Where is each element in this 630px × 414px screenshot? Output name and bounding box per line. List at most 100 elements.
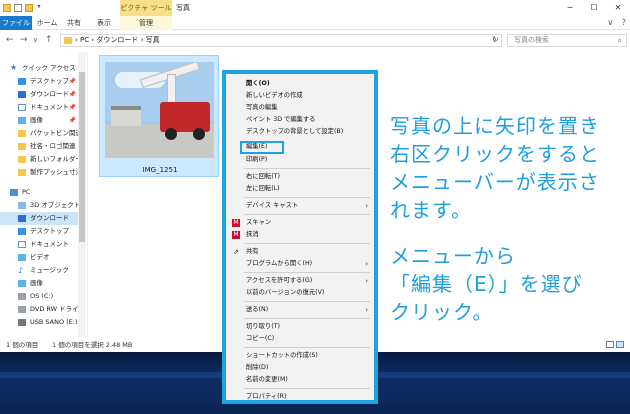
nav-item-desktop[interactable]: デスクトップ 📌 — [0, 75, 86, 88]
tab-share[interactable]: 共有 — [64, 16, 84, 30]
up-icon[interactable]: ↑ — [45, 35, 53, 45]
tab-view[interactable]: 表示 — [94, 16, 114, 30]
nav-item-documents[interactable]: ドキュメント — [0, 238, 86, 251]
maximize-button[interactable]: ☐ — [582, 0, 606, 16]
annotation-line: メニューバーが表示さ — [390, 170, 600, 194]
navigation-pane: ★ クイック アクセス デスクトップ 📌 ダウンロード 📌 ドキュメント 📌 画… — [0, 52, 88, 337]
menu-item-scan[interactable]: M スキャン — [226, 217, 374, 229]
nav-scrollbar-thumb[interactable] — [79, 72, 85, 242]
pin-icon: 📌 — [68, 104, 76, 111]
menu-item-properties[interactable]: プロパティ(R) — [226, 391, 374, 403]
folder-icon — [18, 143, 26, 150]
menu-item-edit-photo[interactable]: 写真の編集 — [226, 102, 374, 114]
nav-item-music[interactable]: ♪ ミュージック — [0, 264, 86, 277]
menu-item-print[interactable]: 印刷(P) — [226, 154, 374, 166]
search-icon[interactable]: ⌕ — [618, 35, 622, 46]
nav-item-label: OS (C:) — [30, 292, 54, 300]
submenu-arrow-icon: › — [365, 277, 368, 285]
menu-item-cut[interactable]: 切り取り(T) — [226, 321, 374, 333]
ribbon-collapse-icon[interactable]: ∨ — [607, 18, 613, 27]
menu-item-rename[interactable]: 名前の変更(M) — [226, 374, 374, 386]
file-item-selected[interactable]: IMG_1251 — [99, 55, 219, 177]
nav-item-pictures[interactable]: 画像 📌 — [0, 114, 86, 127]
menu-item-new-video[interactable]: 新しいビデオの作成 — [226, 90, 374, 102]
menu-item-paint3d[interactable]: ペイント 3D で編集する — [226, 114, 374, 126]
recent-locations-icon[interactable]: ∨ — [33, 36, 38, 44]
nav-item-label: デスクトップ — [30, 227, 69, 235]
menu-item-rotate-right[interactable]: 右に回転(T) — [226, 171, 374, 183]
menu-item-cast[interactable]: デバイス キャスト › — [226, 200, 374, 212]
menu-item-label: 送る(N) — [246, 306, 269, 313]
star-icon: ★ — [10, 63, 18, 72]
tab-home[interactable]: ホーム — [34, 16, 60, 30]
nav-item-dvd-drive[interactable]: DVD RW ドライブ ( — [0, 303, 86, 316]
nav-item-label: デスクトップ — [30, 77, 69, 85]
nav-item-label: ダウンロード — [30, 214, 69, 222]
download-icon — [18, 215, 26, 222]
folder-icon — [18, 169, 26, 176]
new-folder-icon[interactable] — [25, 4, 33, 12]
tab-file[interactable]: ファイル — [0, 16, 32, 30]
nav-item-quick-access[interactable]: ★ クイック アクセス — [0, 62, 86, 75]
submenu-arrow-icon: › — [365, 202, 368, 210]
menu-item-restore-versions[interactable]: 以前のバージョンの復元(V) — [226, 287, 374, 299]
forward-icon[interactable]: → — [20, 35, 28, 45]
title-bar: ▾ ピクチャ ツール 写真 ─ ☐ ✕ — [0, 0, 630, 16]
window-title: 写真 — [176, 4, 190, 12]
menu-item-delete[interactable]: 削除(D) — [226, 362, 374, 374]
edit-highlight-box — [240, 141, 284, 154]
menu-item-rotate-left[interactable]: 左に回転(L) — [226, 183, 374, 195]
nav-scrollbar[interactable] — [78, 52, 86, 337]
ribbon-tabs: ファイル ホーム 共有 表示 管理 ∨ ? — [0, 16, 630, 30]
help-icon[interactable]: ? — [622, 18, 626, 27]
menu-item-copy[interactable]: コピー(C) — [226, 333, 374, 345]
nav-item-folder[interactable]: パケットビン関連資 — [0, 127, 86, 140]
refresh-icon[interactable]: ↻ — [492, 35, 499, 44]
menu-separator — [244, 388, 370, 389]
menu-item-share[interactable]: ⇗ 共有 — [226, 246, 374, 258]
mcafee-icon: M — [232, 231, 240, 239]
nav-item-folder[interactable]: 製作プッシュ寸法 — [0, 166, 86, 179]
nav-item-pictures[interactable]: 画像 — [0, 277, 86, 290]
large-icons-view-icon[interactable] — [616, 341, 624, 348]
checkbox-icon[interactable] — [14, 4, 22, 12]
nav-item-downloads[interactable]: ダウンロード 📌 — [0, 88, 86, 101]
annotation-line: 右区クリックをすると — [390, 142, 600, 166]
menu-item-give-access[interactable]: アクセスを許可する(G) › — [226, 275, 374, 287]
menu-item-open[interactable]: 開く(O) — [226, 78, 374, 90]
pin-icon: 📌 — [68, 91, 76, 98]
nav-item-pc[interactable]: PC — [0, 186, 86, 199]
menu-item-open-with[interactable]: プログラムから開く(H) › — [226, 258, 374, 270]
menu-item-label: スキャン — [246, 219, 272, 226]
nav-item-3d-objects[interactable]: 3D オブジェクト — [0, 199, 86, 212]
picture-tools-context-tab: ピクチャ ツール — [120, 0, 172, 16]
nav-item-documents[interactable]: ドキュメント 📌 — [0, 101, 86, 114]
submenu-arrow-icon: › — [365, 260, 368, 268]
search-input[interactable]: 写真の検索 ⌕ — [507, 34, 627, 47]
address-bar[interactable]: › PC › ダウンロード › 写真 ∨ — [60, 34, 502, 47]
pin-icon: 📌 — [68, 78, 76, 85]
nav-item-os-drive[interactable]: OS (C:) — [0, 290, 86, 303]
menu-separator — [244, 243, 370, 244]
nav-item-downloads-selected[interactable]: ダウンロード — [0, 212, 86, 225]
nav-item-desktop[interactable]: デスクトップ — [0, 225, 86, 238]
details-view-icon[interactable] — [606, 341, 614, 348]
back-icon[interactable]: ← — [6, 35, 14, 45]
menu-item-create-shortcut[interactable]: ショートカットの作成(S) — [226, 350, 374, 362]
menu-item-shred[interactable]: M 抹消 — [226, 229, 374, 241]
nav-item-folder[interactable]: 新しいフォルダー — [0, 153, 86, 166]
close-button[interactable]: ✕ — [606, 0, 630, 16]
pictures-icon — [18, 280, 26, 287]
dvd-drive-icon — [18, 306, 26, 313]
pin-icon: 📌 — [68, 117, 76, 124]
menu-item-set-background[interactable]: デスクトップの背景として設定(B) — [226, 126, 374, 138]
nav-item-videos[interactable]: ビデオ — [0, 251, 86, 264]
minimize-button[interactable]: ─ — [558, 0, 582, 16]
menu-item-send-to[interactable]: 送る(N) › — [226, 304, 374, 316]
nav-item-folder[interactable]: 社名・ロゴ関連 — [0, 140, 86, 153]
nav-item-usb-drive[interactable]: USB SANO (E:) — [0, 316, 86, 329]
desktop-icon — [18, 228, 26, 235]
qat-dropdown-icon[interactable]: ▾ — [36, 4, 42, 12]
folder-icon — [64, 37, 72, 44]
tab-manage[interactable]: 管理 — [120, 16, 172, 30]
